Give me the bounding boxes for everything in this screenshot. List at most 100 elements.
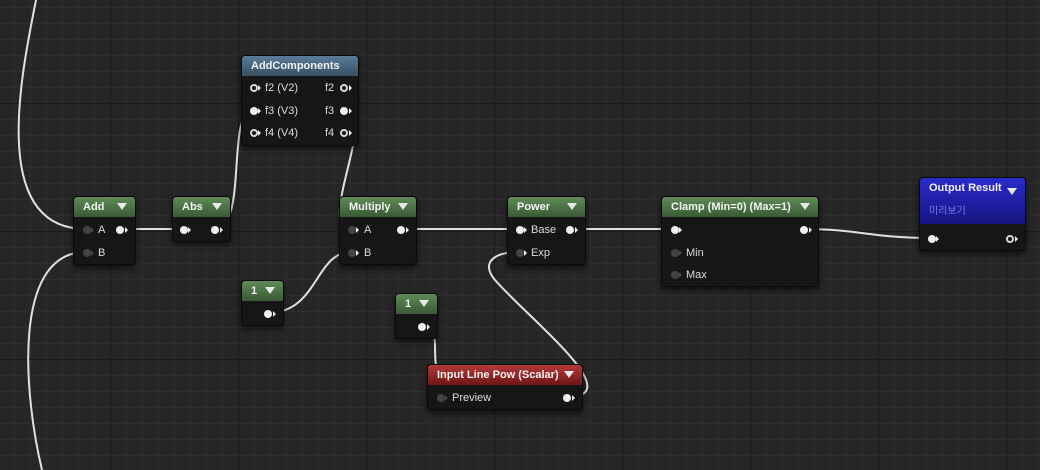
constant-node[interactable]: 1 [241, 280, 284, 326]
addcomponents-input-f3-pin[interactable] [250, 107, 258, 115]
abs-node-collapse-arrow[interactable] [212, 203, 222, 210]
add-input-a-label: A [98, 224, 106, 236]
wire-offscreen-to-add-a [17, 0, 87, 230]
constant-node-value: 1 [405, 298, 412, 310]
abs-pins [173, 222, 230, 238]
constant-node-header[interactable]: 1 [396, 294, 437, 314]
multiply-input-a[interactable]: A [340, 222, 416, 238]
add-input-b-pin[interactable] [83, 249, 91, 257]
input-line-pow-node-title: Input Line Pow (Scalar) [437, 369, 559, 381]
multiply-node[interactable]: Multiply A B [339, 196, 417, 265]
addcomponents-input-f3-label: f3 (V3) [265, 105, 299, 117]
constant-node-output [396, 319, 437, 335]
input-line-pow-preview[interactable]: Preview [428, 390, 582, 406]
add-input-b-label: B [98, 247, 106, 259]
clamp-input-max-label: Max [686, 269, 707, 281]
clamp-node-title: Clamp (Min=0) (Max=1) [671, 201, 791, 213]
abs-node-header[interactable]: Abs [173, 197, 230, 217]
constant-node-header[interactable]: 1 [242, 281, 283, 301]
constant-output-pin[interactable] [418, 323, 426, 331]
constant-output-pin[interactable] [264, 310, 272, 318]
addcomponents-output-f3-pin[interactable] [340, 107, 348, 115]
addcomponents-input-f4-label: f4 (V4) [265, 127, 299, 139]
clamp-input-pin[interactable] [671, 226, 679, 234]
wire-clamp-to-output [802, 228, 933, 239]
addcomponents-output-f4-label: f4 [325, 127, 335, 139]
addcomponents-row-f2: f2 (V2) f2 [242, 80, 358, 96]
constant-node-collapse-arrow[interactable] [265, 287, 275, 294]
clamp-input-min-label: Min [686, 247, 704, 259]
power-node-header[interactable]: Power [508, 197, 585, 217]
input-line-pow-preview-label: Preview [452, 392, 492, 404]
add-node-header[interactable]: Add [74, 197, 135, 217]
abs-node[interactable]: Abs [172, 196, 231, 242]
power-node-collapse-arrow[interactable] [567, 203, 577, 210]
add-node-title: Add [83, 201, 105, 213]
power-output-pin[interactable] [566, 226, 574, 234]
wire-offscreen-to-add-b [27, 251, 87, 470]
clamp-node-header[interactable]: Clamp (Min=0) (Max=1) [662, 197, 818, 217]
add-node[interactable]: Add A B [73, 196, 136, 265]
multiply-node-collapse-arrow[interactable] [398, 203, 408, 210]
clamp-node-collapse-arrow[interactable] [800, 203, 810, 210]
output-result-node-header[interactable]: Output Result 미리보기 [920, 178, 1025, 224]
output-result-pins [920, 231, 1025, 247]
output-result-output-pin[interactable] [1006, 235, 1014, 243]
addcomponents-node-title: AddComponents [251, 60, 340, 72]
multiply-input-b-pin[interactable] [348, 249, 356, 257]
input-line-pow-node[interactable]: Input Line Pow (Scalar) Preview [427, 364, 583, 410]
multiply-input-a-pin[interactable] [348, 226, 356, 234]
add-input-b[interactable]: B [74, 245, 135, 261]
clamp-input-max[interactable]: Max [662, 267, 818, 283]
power-input-base-label: Base [531, 224, 557, 236]
abs-input-pin[interactable] [180, 226, 188, 234]
addcomponents-input-f2-pin[interactable] [250, 84, 258, 92]
power-input-exp-label: Exp [531, 247, 550, 259]
addcomponents-output-f2-pin[interactable] [340, 84, 348, 92]
power-input-exp-pin[interactable] [516, 249, 524, 257]
power-input-exp[interactable]: Exp [508, 245, 585, 261]
addcomponents-output-f4-pin[interactable] [340, 129, 348, 137]
multiply-node-header[interactable]: Multiply [340, 197, 416, 217]
constant-node[interactable]: 1 [395, 293, 438, 339]
addcomponents-output-f2-label: f2 [325, 82, 335, 94]
add-input-a-pin[interactable] [83, 226, 91, 234]
addcomponents-input-f2-label: f2 (V2) [265, 82, 299, 94]
addcomponents-row-f4: f4 (V4) f4 [242, 125, 358, 141]
add-input-a[interactable]: A [74, 222, 135, 238]
input-line-pow-node-collapse-arrow[interactable] [564, 371, 574, 378]
addcomponents-row-f3: f3 (V3) f3 [242, 103, 358, 119]
addcomponents-node[interactable]: AddComponents f2 (V2) f2 f3 (V3) f3 f4 (… [241, 55, 359, 146]
addcomponents-node-header[interactable]: AddComponents [242, 56, 358, 76]
constant-node-output [242, 306, 283, 322]
add-node-collapse-arrow[interactable] [117, 203, 127, 210]
clamp-input-min-pin[interactable] [671, 249, 679, 257]
power-node[interactable]: Power Base Exp [507, 196, 586, 265]
clamp-main-pins [662, 222, 818, 238]
abs-output-pin[interactable] [211, 226, 219, 234]
output-result-node[interactable]: Output Result 미리보기 [919, 177, 1026, 251]
output-result-input-pin[interactable] [928, 235, 936, 243]
power-node-title: Power [517, 201, 551, 213]
multiply-input-a-label: A [364, 224, 372, 236]
input-line-pow-input-pin[interactable] [437, 394, 445, 402]
power-input-base[interactable]: Base [508, 222, 585, 238]
clamp-input-min[interactable]: Min [662, 245, 818, 261]
multiply-input-b-label: B [364, 247, 372, 259]
clamp-input-max-pin[interactable] [671, 271, 679, 279]
input-line-pow-output-pin[interactable] [563, 394, 571, 402]
abs-node-title: Abs [182, 201, 203, 213]
addcomponents-input-f4-pin[interactable] [250, 129, 258, 137]
power-input-base-pin[interactable] [516, 226, 524, 234]
clamp-output-pin[interactable] [800, 226, 808, 234]
multiply-input-b[interactable]: B [340, 245, 416, 261]
add-output-pin[interactable] [116, 226, 124, 234]
input-line-pow-node-header[interactable]: Input Line Pow (Scalar) [428, 365, 582, 385]
multiply-output-pin[interactable] [397, 226, 405, 234]
addcomponents-output-f3-label: f3 [325, 105, 335, 117]
constant-node-value: 1 [251, 285, 258, 297]
output-result-node-collapse-arrow[interactable] [1007, 188, 1017, 195]
output-result-node-subtitle: 미리보기 [929, 206, 966, 217]
clamp-node[interactable]: Clamp (Min=0) (Max=1) Min Max [661, 196, 819, 287]
constant-node-collapse-arrow[interactable] [419, 300, 429, 307]
